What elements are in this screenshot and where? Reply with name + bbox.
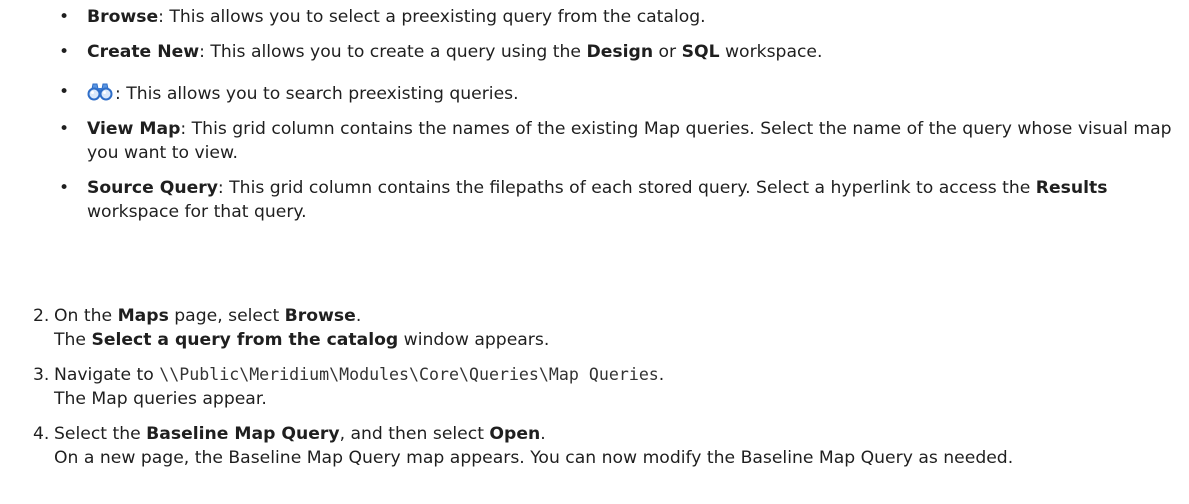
list-item: • Source Query: This grid column contain… xyxy=(54,176,1174,224)
term-browse: Browse xyxy=(284,306,356,326)
step-text: Navigate to xyxy=(54,365,160,385)
term-view-map: View Map xyxy=(87,119,181,139)
step-text: page, select xyxy=(168,306,285,326)
step-text: Select the xyxy=(54,424,147,444)
description: : This allows you to search preexisting … xyxy=(115,84,519,104)
term-results: Results xyxy=(1035,178,1108,198)
step-2: 2. On the Maps page, select Browse. The … xyxy=(33,304,1173,352)
bullet-marker: • xyxy=(59,42,70,62)
term-open: Open xyxy=(489,424,541,444)
procedure-steps: 2. On the Maps page, select Browse. The … xyxy=(33,304,1173,481)
term-source-query: Source Query xyxy=(87,178,218,198)
term-baseline-map-query: Baseline Map Query xyxy=(146,424,340,444)
bullet-marker: • xyxy=(59,178,70,198)
step-result: The xyxy=(54,330,92,350)
bullet-marker: • xyxy=(59,119,70,139)
binoculars-search-icon xyxy=(87,83,113,101)
term-design: Design xyxy=(586,42,654,62)
step-number: 3. xyxy=(33,365,50,385)
catalog-path: \\Public\Meridium\Modules\Core\Queries\M… xyxy=(159,365,659,384)
description: : This grid column contains the names of… xyxy=(87,119,1172,163)
list-item: • Create New: This allows you to create … xyxy=(54,40,1174,64)
description: : This allows you to create a query usin… xyxy=(199,42,587,62)
step-text: . xyxy=(540,424,546,444)
step-result: On a new page, the Baseline Map Query ma… xyxy=(54,448,1014,468)
step-number: 2. xyxy=(33,306,50,326)
bullet-marker: • xyxy=(59,7,70,27)
step-result: window appears. xyxy=(398,330,550,350)
term-sql: SQL xyxy=(681,42,720,62)
list-item: • Browse: This allows you to select a pr… xyxy=(54,5,1174,29)
option-bullet-list: • Browse: This allows you to select a pr… xyxy=(54,5,1174,235)
term-create-new: Create New xyxy=(87,42,200,62)
step-4: 4. Select the Baseline Map Query, and th… xyxy=(33,422,1173,470)
description: or xyxy=(653,42,682,62)
description: workspace. xyxy=(719,42,823,62)
term-maps: Maps xyxy=(117,306,169,326)
list-item: • View Map: This grid column contains th… xyxy=(54,117,1174,165)
list-item: • : This allows you to search preexistin… xyxy=(54,80,1174,106)
bullet-marker: • xyxy=(59,82,70,102)
step-text: , and then select xyxy=(339,424,490,444)
description: workspace for that query. xyxy=(87,202,307,222)
step-text: . xyxy=(658,365,665,385)
step-3: 3. Navigate to \\Public\Meridium\Modules… xyxy=(33,363,1173,411)
step-text: . xyxy=(355,306,362,326)
term-browse: Browse xyxy=(87,7,159,27)
step-result: The Map queries appear. xyxy=(54,389,267,409)
description: : This grid column contains the filepath… xyxy=(217,178,1036,198)
step-text: On the xyxy=(54,306,118,326)
term-select-query-window: Select a query from the catalog xyxy=(91,330,399,350)
description: : This allows you to select a preexistin… xyxy=(158,7,706,27)
step-number: 4. xyxy=(33,424,50,444)
